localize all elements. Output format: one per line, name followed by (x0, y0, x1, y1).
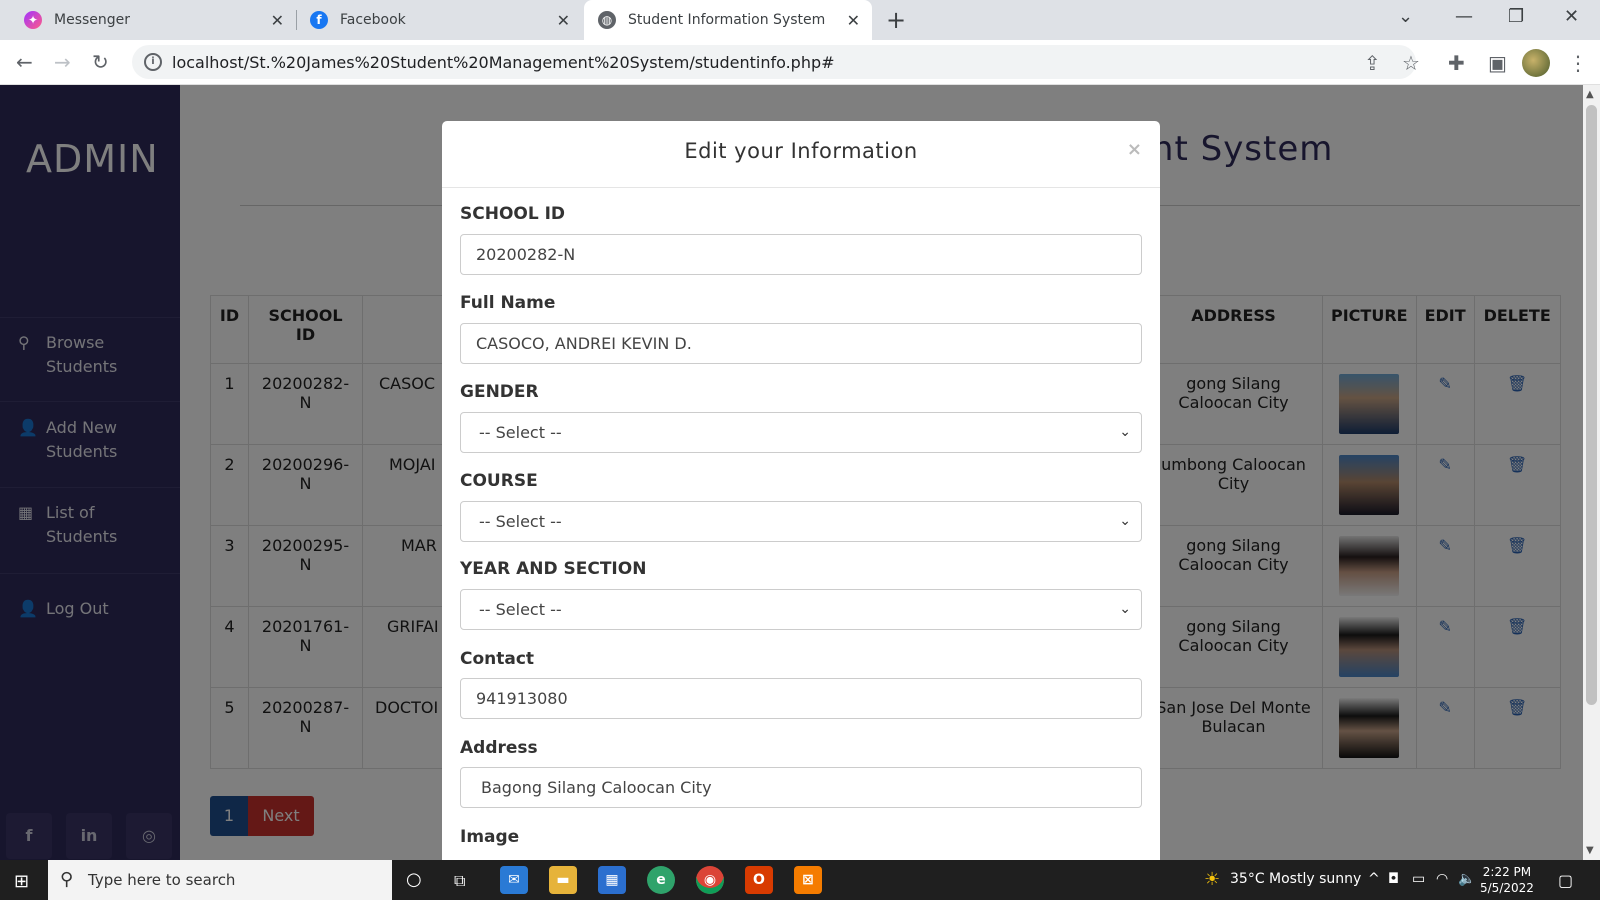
page-scrollbar[interactable]: ▲ ▼ (1583, 85, 1600, 860)
weather-sun-icon: ☀ (1204, 869, 1221, 890)
tab-student-information-system[interactable]: ◍ Student Information System ✕ (584, 0, 872, 40)
volume-icon[interactable]: 🔈 (1458, 871, 1475, 887)
tab-messenger[interactable]: ✦ Messenger ✕ (10, 0, 296, 40)
address-label: Address (460, 738, 538, 758)
scroll-down-arrow-icon[interactable]: ▼ (1586, 845, 1594, 856)
tab-facebook[interactable]: f Facebook ✕ (296, 0, 582, 40)
mail-icon[interactable]: ✉ (500, 866, 528, 894)
close-icon[interactable]: ✕ (271, 11, 284, 30)
bookmark-star-icon[interactable]: ☆ (1402, 51, 1420, 75)
year-section-select-value: -- Select -- (479, 600, 562, 619)
image-label: Image (460, 827, 520, 847)
scrollbar-thumb[interactable] (1586, 105, 1597, 705)
window-close-icon[interactable]: ✕ (1564, 6, 1579, 27)
clock-date: 5/5/2022 (1480, 881, 1534, 895)
address-bar[interactable]: i localhost/St.%20James%20Student%20Mana… (132, 45, 1416, 79)
facebook-icon: f (310, 11, 328, 29)
scroll-up-arrow-icon[interactable]: ▲ (1586, 89, 1594, 100)
edge-icon[interactable]: e (647, 866, 675, 894)
globe-icon: ◍ (598, 11, 616, 29)
back-arrow-icon[interactable]: ← (16, 50, 33, 74)
page-content: ADMIN ⚲ Browse Students 👤 Add New Studen… (0, 85, 1583, 860)
tab-title: Facebook (340, 12, 406, 28)
forward-arrow-icon[interactable]: → (54, 50, 71, 74)
new-tab-button[interactable]: + (886, 6, 906, 34)
course-select-value: -- Select -- (479, 512, 562, 531)
task-view-icon[interactable]: ⧉ (454, 871, 465, 891)
restore-icon[interactable]: ❐ (1508, 6, 1524, 27)
year-section-select[interactable]: -- Select -- ⌄ (460, 589, 1142, 630)
modal-header: Edit your Information × (442, 121, 1160, 188)
course-label: COURSE (460, 471, 538, 491)
notifications-icon[interactable]: ▢ (1558, 871, 1573, 890)
windows-taskbar: ⊞ ⚲ Type here to search ○ ⧉ ✉ ▬ ▦ e ◉ O … (0, 860, 1600, 900)
windows-start-icon[interactable]: ⊞ (14, 871, 29, 892)
browser-tab-strip: ✦ Messenger ✕ f Facebook ✕ ◍ Student Inf… (0, 0, 1600, 40)
url-text: localhost/St.%20James%20Student%20Manage… (172, 52, 835, 72)
tab-search-chevron-icon[interactable]: ⌄ (1398, 6, 1413, 27)
contact-label: Contact (460, 649, 535, 669)
site-info-icon[interactable]: i (144, 53, 162, 71)
edit-information-modal: Edit your Information × SCHOOL ID 202002… (442, 121, 1160, 860)
clock-time: 2:22 PM (1482, 865, 1532, 879)
chevron-down-icon: ⌄ (1119, 513, 1131, 529)
office-icon[interactable]: O (745, 866, 773, 894)
system-clock[interactable]: 2:22 PM 5/5/2022 (1480, 864, 1534, 896)
tab-title: Messenger (54, 12, 131, 28)
modal-title: Edit your Information (684, 139, 918, 163)
meet-icon[interactable]: ◘ (1388, 871, 1399, 887)
file-explorer-icon[interactable]: ▬ (549, 866, 577, 894)
tab-title: Student Information System (628, 12, 826, 28)
cortana-circle-icon[interactable]: ○ (406, 869, 422, 890)
full-name-input[interactable]: CASOCO, ANDREI KEVIN D. (460, 323, 1142, 364)
reload-icon[interactable]: ↻ (92, 50, 109, 74)
side-panel-icon[interactable]: ▣ (1488, 51, 1507, 75)
store-icon[interactable]: ▦ (598, 866, 626, 894)
wifi-icon[interactable]: ◠ (1436, 871, 1448, 887)
contact-input[interactable]: 941913080 (460, 678, 1142, 719)
chevron-down-icon: ⌄ (1119, 601, 1131, 617)
share-icon[interactable]: ⇪ (1364, 51, 1381, 75)
minimize-icon[interactable]: — (1455, 6, 1473, 27)
close-icon[interactable]: ✕ (847, 11, 860, 30)
profile-avatar[interactable] (1522, 49, 1550, 77)
taskbar-search-placeholder: Type here to search (88, 871, 236, 889)
full-name-label: Full Name (460, 293, 556, 313)
year-section-label: YEAR AND SECTION (460, 559, 647, 579)
close-icon[interactable]: × (1127, 139, 1142, 160)
browser-toolbar: ← → ↻ i localhost/St.%20James%20Student%… (0, 40, 1600, 85)
xampp-icon[interactable]: ⊠ (794, 866, 822, 894)
school-id-label: SCHOOL ID (460, 204, 566, 224)
gender-label: GENDER (460, 382, 539, 402)
taskbar-search[interactable]: ⚲ Type here to search (48, 860, 392, 900)
search-icon: ⚲ (60, 869, 74, 890)
school-id-input[interactable]: 20200282-N (460, 234, 1142, 275)
course-select[interactable]: -- Select -- ⌄ (460, 501, 1142, 542)
chevron-down-icon: ⌄ (1119, 424, 1131, 440)
extensions-puzzle-icon[interactable]: ✚ (1448, 51, 1465, 75)
close-icon[interactable]: ✕ (557, 11, 570, 30)
menu-kebab-icon[interactable]: ⋮ (1568, 51, 1588, 75)
gender-select[interactable]: -- Select -- ⌄ (460, 412, 1142, 453)
chevron-up-icon[interactable]: ^ (1368, 871, 1380, 887)
chrome-icon[interactable]: ◉ (696, 866, 724, 894)
weather-text[interactable]: 35°C Mostly sunny (1230, 871, 1361, 887)
battery-icon[interactable]: ▭ (1412, 871, 1425, 887)
address-input[interactable]: Bagong Silang Caloocan City (460, 767, 1142, 808)
gender-select-value: -- Select -- (479, 423, 562, 442)
messenger-icon: ✦ (24, 11, 42, 29)
